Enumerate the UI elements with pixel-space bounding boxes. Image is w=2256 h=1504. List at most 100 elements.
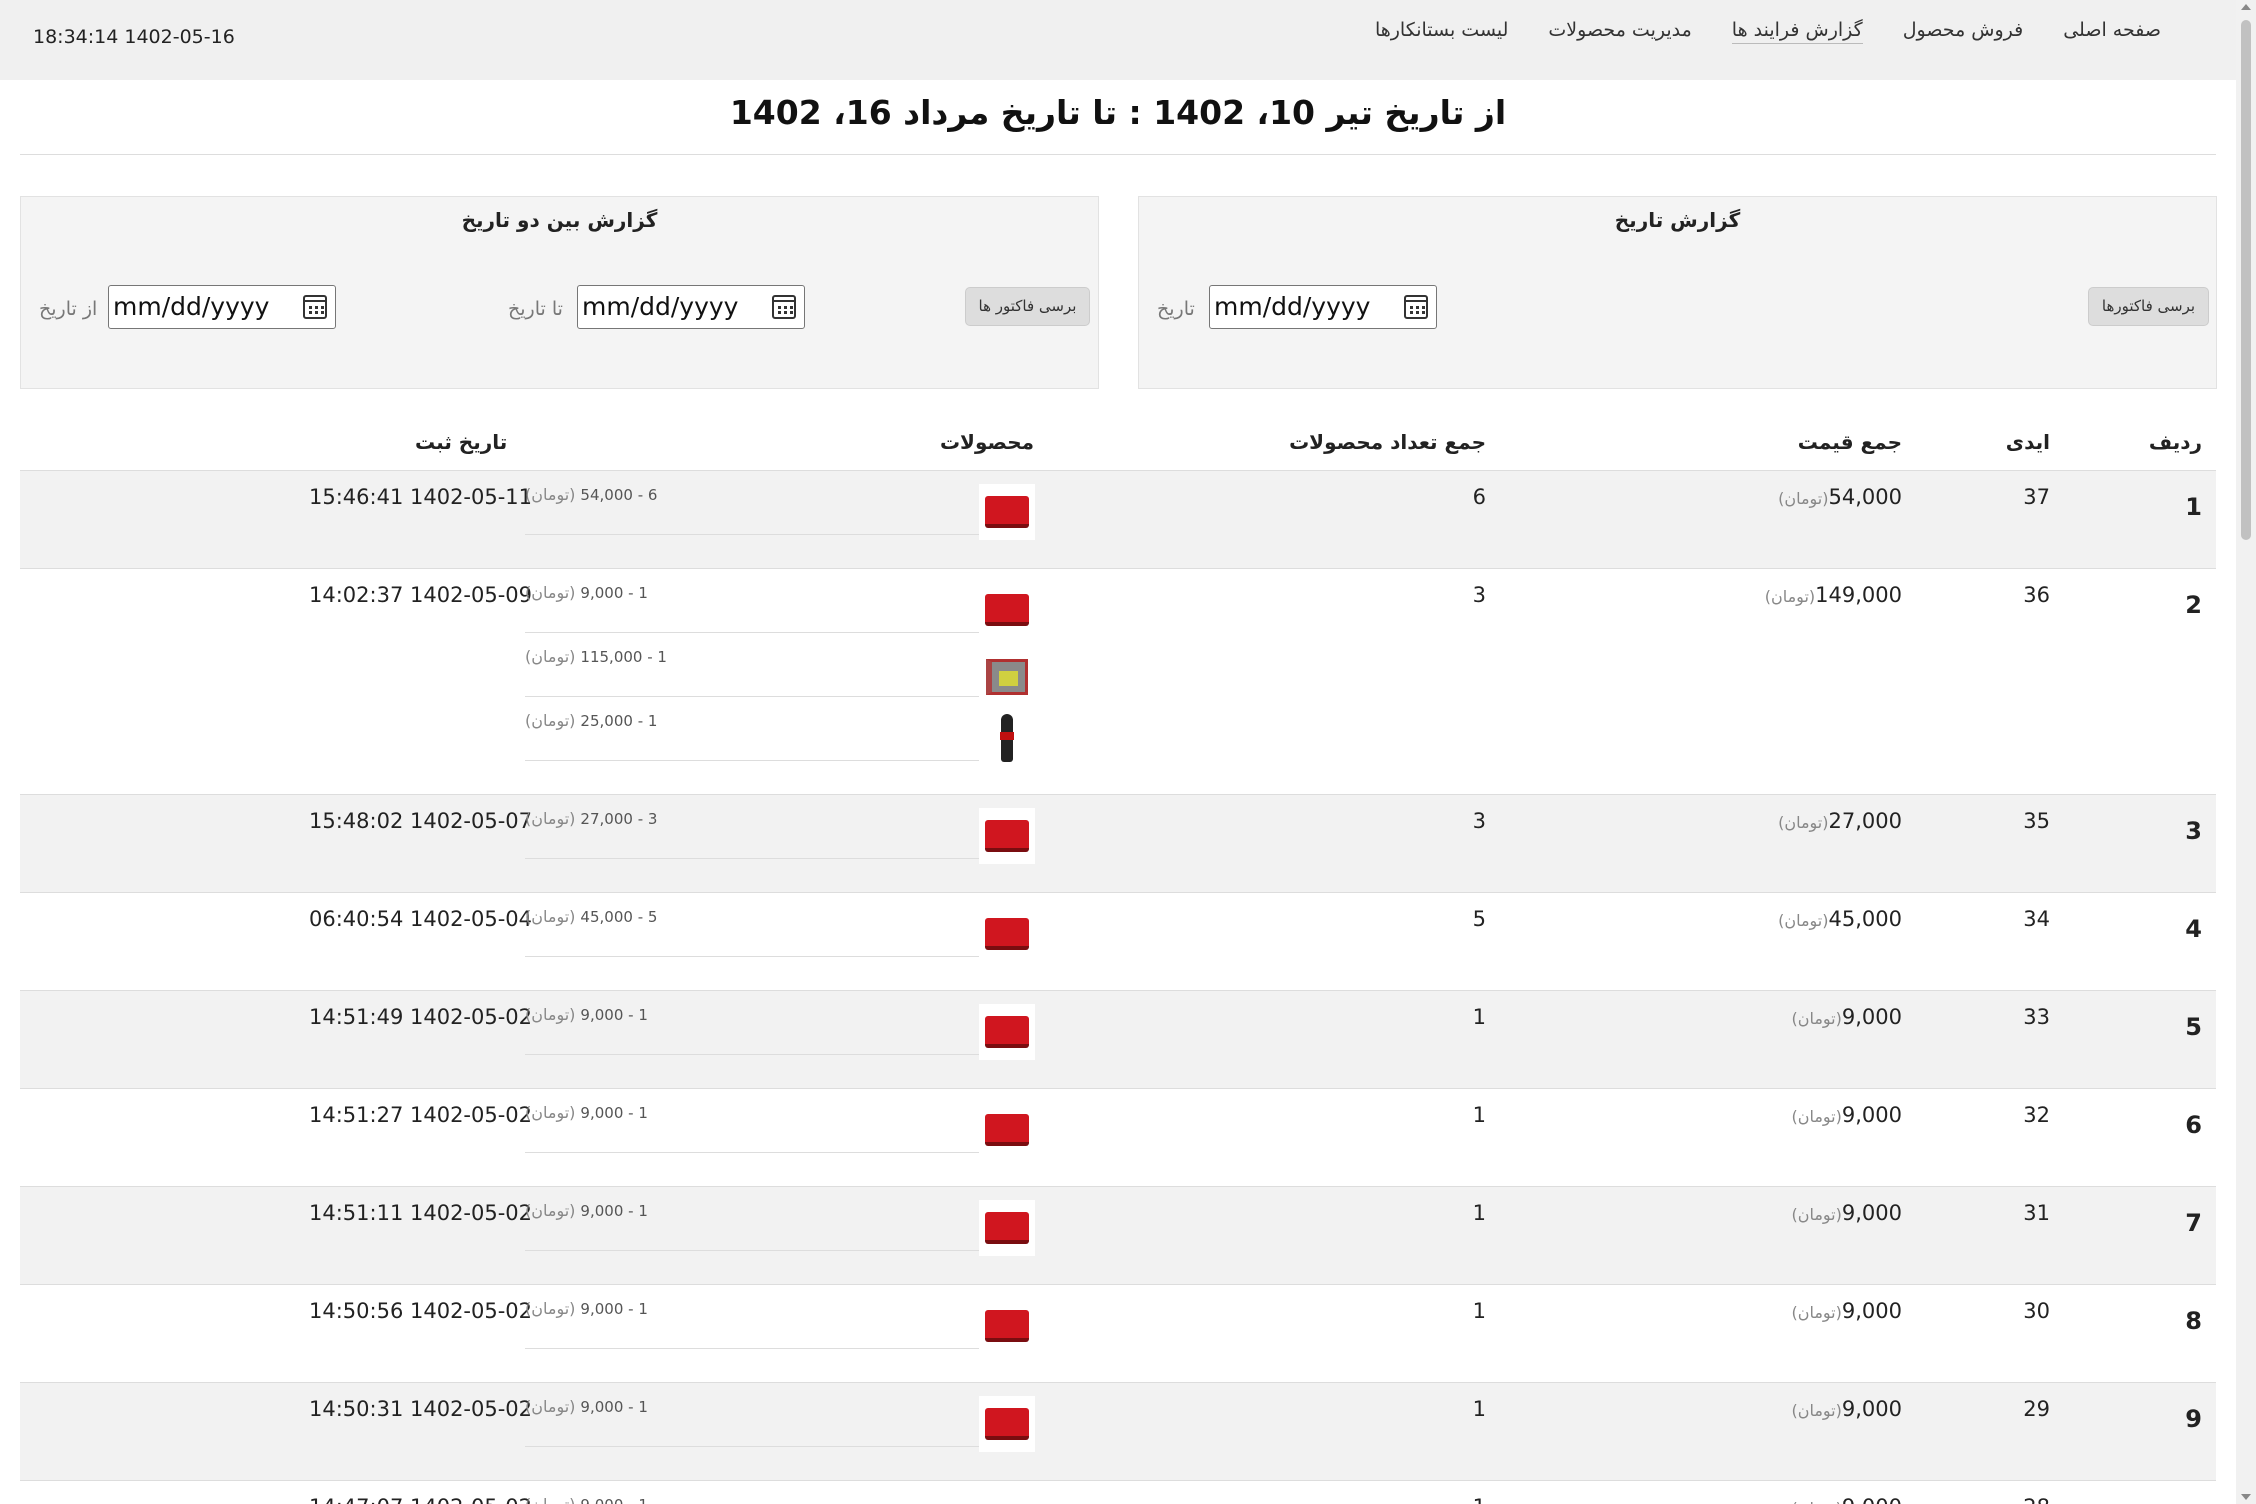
currency-unit: (تومان) [525,711,576,730]
nav-process-reports[interactable]: گزارش فرایند ها [1731,19,1863,44]
total-price: (تومان)149,000 [1760,583,1902,607]
currency-unit: (تومان) [525,907,576,926]
total-count: 5 [1473,907,1486,931]
date-input-placeholder: mm/dd/yyyy [1214,292,1371,321]
header-id: ایدی [2005,430,2050,454]
total-count-value: 1 [1472,1397,1486,1421]
total-count: 1 [1473,1103,1486,1127]
register-date: 14:02:37 1402-05-09 [309,583,532,607]
invoice-id-value: 34 [2023,907,2050,931]
product-qty-price: 1 - 9,000 [580,1202,648,1220]
register-date: 14:50:56 1402-05-02 [309,1299,532,1323]
total-price: (تومان)9,000 [1786,1495,1902,1504]
total-price-value: 45,000 [1828,907,1902,931]
product-qty-price: 1 - 25,000 [580,712,658,730]
product-item: (تومان)1 - 9,000 [525,1187,1035,1256]
total-count: 1 [1473,1299,1486,1323]
invoice-id-value: 32 [2023,1103,2050,1127]
nav-product-management[interactable]: مدیریت محصولات [1548,19,1691,44]
product-detail: (تومان)1 - 9,000 [525,1103,648,1122]
invoice-id: 37 [2023,485,2050,509]
to-date-placeholder: mm/dd/yyyy [582,292,739,321]
product-detail: (تومان)1 - 9,000 [525,1005,648,1024]
calendar-icon[interactable] [303,295,327,319]
product-qty-price: 3 - 27,000 [580,810,658,828]
currency-unit: (تومان) [1791,1401,1842,1420]
nav-links: صفحه اصلی فروش محصول گزارش فرایند ها مدی… [1375,19,2161,44]
check-invoices-button[interactable]: برسی فاکتورها [2088,287,2209,326]
calendar-icon[interactable] [1404,295,1428,319]
register-date-value: 06:40:54 1402-05-04 [309,907,533,931]
row-number: 5 [2185,1013,2202,1041]
nav-sell-product[interactable]: فروش محصول [1903,19,2024,44]
invoice-id: 30 [2023,1299,2050,1323]
date-input[interactable]: mm/dd/yyyy [1209,285,1437,329]
row-number-value: 9 [2185,1405,2202,1433]
tantan-icon [979,1200,1035,1256]
invoice-id-value: 31 [2023,1201,2050,1225]
table-row: 1 37 (تومان)54,000 6 15:46:41 1402-05-11 (توم… [20,471,2216,569]
total-price-value: 9,000 [1842,1495,1902,1504]
nav-creditors-list[interactable]: لیست بستانکارها [1375,19,1508,44]
total-count-value: 1 [1472,1299,1486,1323]
total-count-value: 5 [1472,907,1486,931]
product-detail: (تومان) 3 - 27,000 [525,809,657,828]
register-date: 15:48:02 1402-05-07 [309,809,532,833]
product-qty-price: 1 - 9,000 [580,1496,647,1504]
product-detail: (تومان)1 - 9,000 [525,583,648,602]
tantan-icon [979,1102,1035,1158]
scroll-up-arrow-icon[interactable] [2241,4,2251,10]
row-number-value: 3 [2185,817,2202,845]
header-products: محصولات [939,430,1034,454]
row-number: 6 [2185,1111,2202,1139]
product-detail: (تومان)1 - 9,000 [525,1495,648,1504]
register-date: 14:51:27 1402-05-02 [309,1103,532,1127]
row-number-value: 4 [2185,915,2202,943]
scroll-down-arrow-icon[interactable] [2241,1494,2251,1500]
total-count-value: 1 [1472,1103,1486,1127]
total-price-value: 54,000 [1828,485,1902,509]
between-dates-title: گزارش بین دو تاریخ [461,208,658,232]
product-detail: (تومان) 1 - 25,000 [525,711,657,730]
total-count: 1 [1473,1495,1486,1504]
total-price-value: 9,000 [1841,1201,1902,1225]
row-number: 2 [2185,591,2202,619]
tantan-icon [979,1494,1035,1504]
from-date-input[interactable]: mm/dd/yyyy [108,285,336,329]
total-price-value: 9,000 [1841,1299,1902,1323]
nav-home[interactable]: صفحه اصلی [2063,19,2161,44]
header-total-price: جمع قیمت [1797,430,1902,454]
invoice-id: 28 [2023,1495,2050,1504]
tantan-icon [979,1004,1035,1060]
product-qty-price: 5 - 45,000 [580,908,658,926]
total-count: 1 [1473,1201,1486,1225]
header-date: تاریخ ثبت [415,430,508,454]
check-invoice-button[interactable]: برسی فاکتور ها [965,287,1090,326]
total-count-value: 3 [1472,809,1486,833]
total-price: (تومان)45,000 [1773,907,1902,931]
product-item: (تومان) 1 - 115,000 [525,633,1035,702]
product-item: (تومان) 6 - 54,000 [525,471,1035,540]
total-count-value: 3 [1472,583,1486,607]
product-detail: (تومان)1 - 9,000 [525,1299,648,1318]
row-number: 4 [2185,915,2202,943]
scrollbar[interactable] [2236,0,2256,1504]
currency-unit: (تومان) [525,647,576,666]
to-date-input[interactable]: mm/dd/yyyy [577,285,805,329]
currency-unit: (تومان) [525,485,576,504]
calendar-icon[interactable] [772,295,796,319]
date-report-title: گزارش تاریخ [1614,208,1741,232]
register-date: 06:40:54 1402-05-04 [309,907,532,931]
invoice-id: 36 [2023,583,2050,607]
row-number: 9 [2185,1405,2202,1433]
product-detail: (تومان) 6 - 54,000 [525,485,657,504]
top-navbar: 18:34:14 1402-05-16 صفحه اصلی فروش محصول… [0,0,2236,80]
product-detail: (تومان) 1 - 115,000 [525,647,667,666]
total-count-value: 1 [1472,1201,1486,1225]
row-number-value: 7 [2185,1209,2202,1237]
from-date-placeholder: mm/dd/yyyy [113,292,270,321]
from-date-label: از تاریخ [39,298,98,320]
total-count: 1 [1473,1397,1486,1421]
scrollbar-thumb[interactable] [2241,20,2251,540]
row-number: 1 [2185,493,2202,521]
